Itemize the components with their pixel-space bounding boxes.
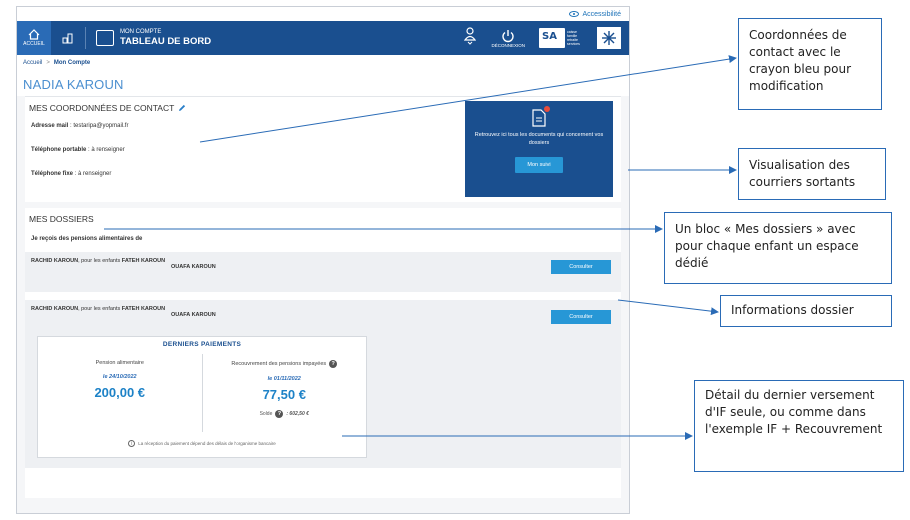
grid-icon (62, 33, 73, 44)
courrier-panel: Retrouvez ici tous les documents qui con… (465, 101, 613, 197)
recouvrement-column: Recouvrement des pensions impayées ? le … (201, 354, 367, 432)
menu-button[interactable] (51, 21, 85, 55)
home-button[interactable]: ACCUEIL (17, 21, 51, 55)
courrier-text: Retrouvez ici tous les documents qui con… (474, 132, 604, 146)
mobile-label: Téléphone portable (31, 147, 87, 153)
top-right-actions: DÉCONNEXION SA caisse famille retraite s… (463, 21, 621, 55)
emblem-logo (597, 27, 621, 49)
dossiers-intro: Je reçois des pensions alimentaires de (31, 236, 143, 242)
logout-button[interactable]: DÉCONNEXION (491, 29, 525, 48)
paiements-columns: Pension alimentaire le 24/10/2022 200,00… (38, 354, 366, 432)
dossier-item: RACHID KAROUN, pour les enfants FATEH KA… (25, 300, 621, 468)
mon-suivi-button[interactable]: Mon suivi (515, 157, 563, 173)
pension-label: Pension alimentaire (95, 360, 144, 366)
paiements-title: DERNIERS PAIEMENTS (162, 341, 242, 348)
derniers-paiements-panel: DERNIERS PAIEMENTS Pension alimentaire l… (37, 336, 367, 458)
dossiers-section: MES DOSSIERS Je reçois des pensions alim… (25, 208, 621, 498)
accessibility-bar[interactable]: Accessibilité (17, 7, 629, 21)
dashboard-title: MON COMPTE TABLEAU DE BORD (85, 27, 211, 49)
dossier-middle: , pour les enfants (78, 258, 122, 264)
payment-note: i La réception du paiement dépend des dé… (38, 440, 366, 447)
sa-logo-box: SA (539, 28, 565, 48)
consulter-button[interactable]: Consulter (551, 310, 611, 324)
notification-badge (544, 106, 550, 112)
recouvrement-date: le 01/11/2022 (267, 376, 301, 382)
callout-courriers: Visualisation des courriers sortants (738, 148, 886, 200)
snowflake-icon (602, 31, 616, 45)
home-label: ACCUEIL (23, 41, 45, 47)
solde-value: : 602,50 € (286, 411, 309, 417)
mobile-value: : à renseigner (88, 147, 125, 153)
sa-logo: SA caisse famille retraite services (539, 28, 583, 48)
top-navigation: ACCUEIL MON COMPTE TABLEAU DE BORD DÉCON… (17, 21, 629, 55)
solde-row: Solde ? : 602,50 € (203, 410, 367, 418)
dossiers-heading: MES DOSSIERS (29, 214, 94, 224)
contact-card: MES COORDONNÉES DE CONTACT Adresse mail … (25, 96, 621, 202)
eye-icon (569, 11, 580, 17)
breadcrumb-current: Mon Compte (53, 60, 91, 66)
title-sub: MON COMPTE (120, 29, 162, 35)
child-name: FATEH KAROUN (121, 258, 166, 264)
dossier-item: RACHID KAROUN, pour les enfants FATEH KA… (25, 252, 621, 292)
solde-label: Solde (259, 411, 273, 417)
recouvrement-amount: 77,50 € (262, 387, 306, 402)
user-icon (464, 27, 477, 45)
user-menu-button[interactable] (463, 27, 477, 49)
recouvrement-label: Recouvrement des pensions impayées (231, 361, 327, 367)
pension-date: le 24/10/2022 (102, 374, 137, 380)
dashboard-icon (96, 30, 114, 46)
payment-note-text: La réception du paiement dépend des déla… (138, 441, 276, 446)
debtor-name: RACHID KAROUN (31, 258, 79, 264)
pencil-icon[interactable] (178, 104, 186, 112)
callout-contact: Coordonnées de contact avec le crayon bl… (738, 18, 882, 110)
callout-dossiers: Un bloc « Mes dossiers » avec pour chaqu… (664, 212, 892, 284)
contact-heading-text: MES COORDONNÉES DE CONTACT (29, 103, 175, 113)
pension-amount: 200,00 € (94, 385, 146, 400)
app-window: Accessibilité ACCUEIL MON COMPTE TABLEAU… (16, 6, 630, 514)
arrow-info-dossier (617, 299, 719, 316)
logout-label: DÉCONNEXION (491, 42, 525, 48)
accessibility-link[interactable]: Accessibilité (582, 11, 621, 18)
pension-column: Pension alimentaire le 24/10/2022 200,00… (38, 354, 202, 432)
recouvrement-label-row: Recouvrement des pensions impayées ? (231, 360, 338, 368)
help-icon[interactable]: ? (329, 360, 338, 368)
email-label: Adresse mail (31, 123, 69, 129)
child-name: OUAFA KAROUN (171, 312, 216, 318)
consulter-button[interactable]: Consulter (551, 260, 611, 274)
breadcrumb: Accueil > Mon Compte (17, 55, 629, 71)
debtor-name: RACHID KAROUN (31, 306, 79, 312)
callout-paiement: Détail du dernier versement d'IF seule, … (694, 380, 904, 472)
callout-informations: Informations dossier (720, 295, 892, 327)
breadcrumb-separator: > (46, 60, 50, 66)
sa-logo-letters: SA (542, 31, 557, 42)
power-icon (502, 29, 514, 42)
dossier-middle: , pour les enfants (78, 306, 122, 312)
email-value: : testaripa@yopmail.fr (70, 123, 129, 129)
document-icon (531, 106, 550, 127)
fixe-label: Téléphone fixe (31, 171, 74, 177)
home-icon (28, 29, 40, 40)
sa-logo-text: caisse famille retraite services (567, 30, 580, 46)
info-icon: i (128, 440, 136, 447)
breadcrumb-home[interactable]: Accueil (23, 60, 42, 66)
page-title: NADIA KAROUN (17, 71, 629, 96)
title-main: TABLEAU DE BORD (120, 36, 212, 47)
fixe-value: : à renseigner (74, 171, 112, 177)
help-icon[interactable]: ? (275, 410, 284, 418)
child-name: OUAFA KAROUN (171, 264, 216, 270)
child-name: FATEH KAROUN (121, 306, 166, 312)
